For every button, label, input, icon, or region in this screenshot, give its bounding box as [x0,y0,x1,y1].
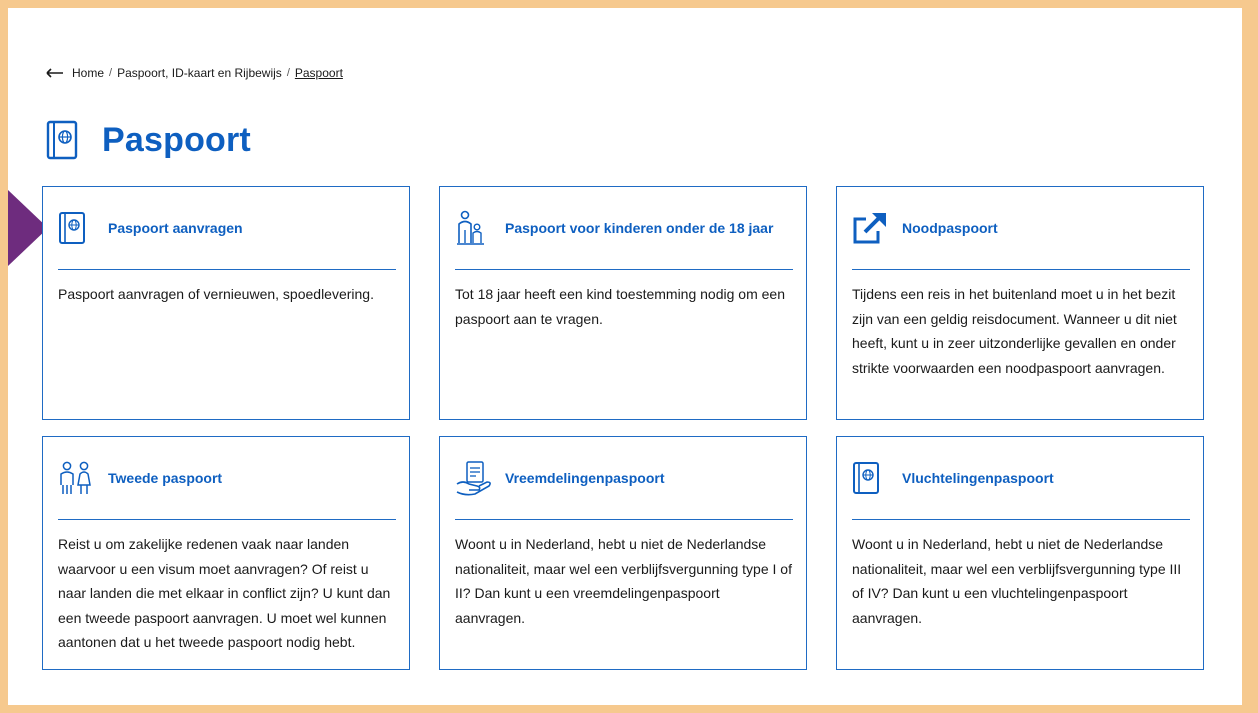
card-header: Vreemdelingenpaspoort [455,437,793,520]
card-vreemdelingenpaspoort[interactable]: Vreemdelingenpaspoort Woont u in Nederla… [439,436,807,670]
card-description: Woont u in Nederland, hebt u niet de Ned… [852,536,1182,626]
card-title[interactable]: Vreemdelingenpaspoort [505,468,664,489]
card-paspoort-kinderen[interactable]: Paspoort voor kinderen onder de 18 jaar … [439,186,807,420]
parent-child-icon [455,208,493,248]
card-title[interactable]: Paspoort aanvragen [108,218,243,239]
card-grid: Paspoort aanvragen Paspoort aanvragen of… [42,186,1204,670]
passport-icon [46,120,80,160]
passport-icon [852,458,890,498]
page-frame: Home / Paspoort, ID-kaart en Rijbewijs /… [8,8,1242,705]
card-tweede-paspoort[interactable]: Tweede paspoort Reist u om zakelijke red… [42,436,410,670]
card-header: Paspoort aanvragen [58,187,396,270]
breadcrumb-separator: / [109,67,113,79]
card-description: Woont u in Nederland, hebt u niet de Ned… [455,536,792,626]
two-people-icon [58,458,96,498]
breadcrumb-separator: / [286,67,290,79]
breadcrumb: Home / Paspoort, ID-kaart en Rijbewijs /… [46,66,343,80]
arrow-left-icon[interactable] [46,68,64,78]
card-header: Vluchtelingenpaspoort [852,437,1190,520]
card-paspoort-aanvragen[interactable]: Paspoort aanvragen Paspoort aanvragen of… [42,186,410,420]
document-hand-icon [455,458,493,498]
card-description: Paspoort aanvragen of vernieuwen, spoedl… [58,286,374,302]
card-header: Paspoort voor kinderen onder de 18 jaar [455,187,793,270]
card-title[interactable]: Paspoort voor kinderen onder de 18 jaar [505,218,773,239]
card-description: Tijdens een reis in het buitenland moet … [852,286,1177,376]
card-description: Tot 18 jaar heeft een kind toestemming n… [455,286,785,327]
external-link-icon [852,208,890,248]
card-title[interactable]: Tweede paspoort [108,468,222,489]
breadcrumb-home-link[interactable]: Home [72,66,104,80]
card-header: Noodpaspoort [852,187,1190,270]
card-title[interactable]: Noodpaspoort [902,218,998,239]
card-title[interactable]: Vluchtelingenpaspoort [902,468,1054,489]
page-title: Paspoort [102,120,251,159]
passport-icon [58,208,96,248]
card-noodpaspoort[interactable]: Noodpaspoort Tijdens een reis in het bui… [836,186,1204,420]
page-header: Paspoort [46,120,251,160]
breadcrumb-paspoort-id-rijbewijs-link[interactable]: Paspoort, ID-kaart en Rijbewijs [117,66,282,80]
card-header: Tweede paspoort [58,437,396,520]
card-description: Reist u om zakelijke redenen vaak naar l… [58,536,391,650]
breadcrumb-current-link[interactable]: Paspoort [295,66,343,80]
card-vluchtelingenpaspoort[interactable]: Vluchtelingenpaspoort Woont u in Nederla… [836,436,1204,670]
